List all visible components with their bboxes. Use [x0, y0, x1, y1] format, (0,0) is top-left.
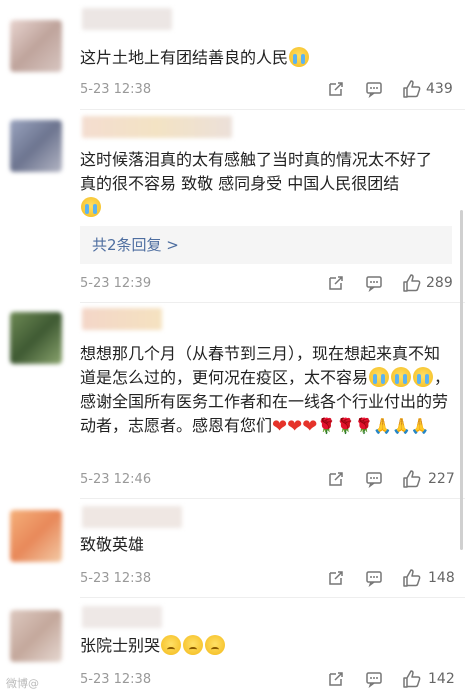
sad-emoji [161, 635, 182, 655]
username[interactable] [82, 8, 172, 30]
comment-text: 想想那几个月（从春节到三月），现在想起来真不知道是怎么过的，更何况在疫区，太不容… [80, 344, 451, 437]
share-icon[interactable] [327, 670, 345, 688]
cry-emoji [289, 47, 310, 67]
share-icon[interactable] [327, 470, 345, 488]
pray-emoji: 🙏 [373, 417, 393, 435]
username[interactable] [82, 116, 232, 138]
sad-emoji [205, 635, 226, 655]
like-count: 148 [428, 570, 455, 586]
share-icon[interactable] [327, 274, 345, 292]
cry-emoji [391, 367, 412, 387]
like-count: 289 [426, 275, 453, 291]
avatar[interactable] [10, 510, 62, 562]
username[interactable] [82, 308, 162, 330]
comment-icon[interactable] [365, 80, 383, 98]
cry-emoji [369, 367, 390, 387]
comment-item: 这时候落泪真的太有感触了当时真的情况太不好了 真的很不容易 致敬 感同身受 中国… [0, 110, 465, 303]
avatar[interactable] [10, 312, 62, 364]
watermark: 微博@ [6, 677, 39, 690]
rose-emoji: 🌹 [354, 417, 374, 435]
username[interactable] [82, 606, 162, 628]
scrollbar[interactable] [460, 210, 463, 550]
comment-icon[interactable] [365, 670, 383, 688]
heart-emoji: ❤ [287, 416, 303, 437]
share-icon[interactable] [327, 80, 345, 98]
timestamp: 5-23 12:38 [80, 571, 152, 586]
heart-emoji: ❤ [272, 416, 288, 437]
pray-emoji: 🙏 [410, 417, 430, 435]
avatar[interactable] [10, 120, 62, 172]
comment-icon[interactable] [365, 569, 383, 587]
comment-icon[interactable] [365, 470, 383, 488]
comment-item: 张院士别哭 5-23 12:38 142 [0, 598, 465, 695]
rose-emoji: 🌹 [317, 417, 336, 435]
like-icon[interactable] [402, 273, 422, 293]
like-count: 227 [428, 471, 455, 487]
timestamp: 5-23 12:38 [80, 82, 152, 97]
like-icon[interactable] [402, 469, 422, 489]
username[interactable] [82, 506, 182, 528]
comment-icon[interactable] [365, 274, 383, 292]
comment-text: 致敬英雄 [80, 535, 145, 554]
avatar[interactable] [10, 20, 62, 72]
like-count: 142 [428, 671, 455, 687]
heart-emoji: ❤ [302, 416, 318, 437]
like-icon[interactable] [402, 568, 422, 588]
avatar[interactable] [10, 610, 62, 662]
timestamp: 5-23 12:39 [80, 276, 152, 291]
comment-item: 想想那几个月（从春节到三月），现在想起来真不知道是怎么过的，更何况在疫区，太不容… [0, 302, 465, 499]
pray-emoji: 🙏 [392, 417, 411, 435]
comment-item: 致敬英雄 5-23 12:38 148 [0, 498, 465, 598]
like-icon[interactable] [402, 669, 422, 689]
share-icon[interactable] [327, 569, 345, 587]
comment-text: 张院士别哭 [80, 634, 452, 658]
view-replies-link[interactable]: 共2条回复 > [80, 226, 452, 264]
comment-item: 这片土地上有团结善良的人民 5-23 12:38 439 [0, 0, 465, 110]
rose-emoji: 🌹 [335, 417, 355, 435]
comment-text: 这时候落泪真的太有感触了当时真的情况太不好了 真的很不容易 致敬 感同身受 中国… [80, 148, 452, 220]
comment-text: 这片土地上有团结善良的人民 [80, 46, 452, 70]
timestamp: 5-23 12:46 [80, 472, 152, 487]
sad-emoji [183, 635, 204, 655]
cry-emoji [413, 367, 434, 387]
like-icon[interactable] [402, 79, 422, 99]
cry-emoji [81, 197, 101, 217]
like-count: 439 [426, 81, 453, 97]
timestamp: 5-23 12:38 [80, 672, 152, 687]
